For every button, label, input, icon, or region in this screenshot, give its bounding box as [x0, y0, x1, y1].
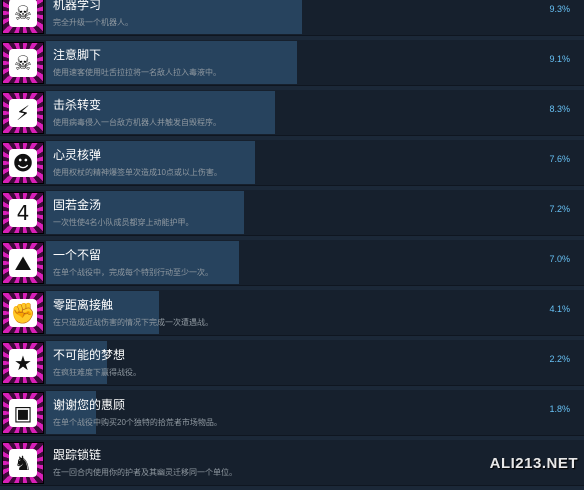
achievement-title: 固若金汤 [53, 198, 102, 212]
achievement-row[interactable]: ⚡ 击杀转变使用病毒侵入一台敌方机器人并触发自毁程序。 8.3% [0, 90, 584, 136]
achievement-title: 机器学习 [53, 0, 102, 12]
skull-crossbones-icon: ☠ [2, 42, 44, 84]
achievement-title: 击杀转变 [53, 98, 102, 112]
achievement-description: 完全升级一个机器人。 [53, 18, 133, 27]
rubble-icon: ⛰ [2, 242, 44, 284]
achievement-title: 谢谢您的惠顾 [53, 398, 126, 412]
achievement-row[interactable]: ▣ 谢谢您的惠顾在单个战役中购买20个独特的拾荒者市场物品。 1.8% [0, 390, 584, 436]
achievement-description: 使用权杖的精神爆签单次造成10点或以上伤害。 [53, 168, 222, 177]
unlock-percentage: 2.2% [549, 354, 570, 364]
hooded-figure-icon: ☻ [2, 142, 44, 184]
achievement-title: 零距离接触 [53, 298, 114, 312]
head-star-icon: ★ [2, 342, 44, 384]
robot-icon: ☠ [2, 0, 44, 34]
unlock-percentage: 7.2% [549, 204, 570, 214]
icon-glyph: ⛰ [14, 251, 32, 275]
figure-icon: ♞ [2, 442, 44, 484]
achievement-list: ☠ 机器学习完全升级一个机器人。 9.3% ☠ 注意脚下使用速客使用吐舌拉拉将一名敌人拉… [0, 0, 584, 490]
fist-icon: ✊ [2, 292, 44, 334]
icon-badge: ☠ [9, 49, 37, 77]
achievement-title: 心灵核弹 [53, 148, 102, 162]
achievement-description: 在只造成近战伤害的情况下完成一次遭遇战。 [53, 318, 213, 327]
icon-glyph: ▣ [13, 401, 33, 425]
achievement-row[interactable]: ✊ 零距离接触在只造成近战伤害的情况下完成一次遭遇战。 4.1% [0, 290, 584, 336]
achievement-description: 在单个战役中，完成每个特别行动至少一次。 [53, 268, 213, 277]
icon-badge: ☻ [9, 149, 37, 177]
unlock-percentage: 4.1% [549, 304, 570, 314]
number-four-icon: 4 [2, 192, 44, 234]
achievement-row[interactable]: ⛰ 一个不留在单个战役中，完成每个特别行动至少一次。 7.0% [0, 240, 584, 286]
achievement-title: 不可能的梦想 [53, 348, 126, 362]
unlock-percentage: 8.3% [549, 104, 570, 114]
unlock-percentage: 7.0% [549, 254, 570, 264]
achievement-row[interactable]: ☠ 注意脚下使用速客使用吐舌拉拉将一名敌人拉入毒液中。 9.1% [0, 40, 584, 86]
achievement-description: 使用病毒侵入一台敌方机器人并触发自毁程序。 [53, 118, 221, 127]
achievement-row[interactable]: ☻ 心灵核弹使用权杖的精神爆签单次造成10点或以上伤害。 7.6% [0, 140, 584, 186]
achievement-description: 在单个战役中购买20个独特的拾荒者市场物品。 [53, 418, 222, 427]
icon-glyph: 4 [16, 201, 30, 225]
lightning-icon: ⚡ [2, 92, 44, 134]
achievement-description: 一次性使4名小队成员都穿上动能护甲。 [53, 218, 194, 227]
icon-glyph: ☻ [12, 151, 34, 175]
icon-badge: ⛰ [9, 249, 37, 277]
unlock-percentage: 1.8% [549, 404, 570, 414]
icon-glyph: ✊ [10, 301, 36, 325]
unlock-percentage: 7.6% [549, 154, 570, 164]
unlock-percentage: 9.3% [549, 4, 570, 14]
icon-badge: ♞ [9, 449, 37, 477]
achievement-title: 跟踪锁链 [53, 448, 102, 462]
icon-glyph: ☠ [14, 1, 32, 25]
icon-badge: ☠ [9, 0, 37, 27]
achievement-description: 在疯狂难度下赢得战役。 [53, 368, 141, 377]
icon-glyph: ⚡ [15, 101, 31, 125]
achievement-title: 注意脚下 [53, 48, 102, 62]
icon-badge: 4 [9, 199, 37, 227]
achievement-row[interactable]: ☠ 机器学习完全升级一个机器人。 9.3% [0, 0, 584, 36]
icon-badge: ★ [9, 349, 37, 377]
crate-icon: ▣ [2, 392, 44, 434]
icon-glyph: ♞ [14, 451, 32, 475]
icon-badge: ▣ [9, 399, 37, 427]
icon-glyph: ★ [14, 351, 32, 375]
icon-badge: ⚡ [9, 99, 37, 127]
achievement-description: 在一回合内使用你的护者及其幽灵迁移同一个单位。 [53, 468, 237, 477]
unlock-percentage: 9.1% [549, 54, 570, 64]
icon-glyph: ☠ [14, 51, 32, 75]
icon-badge: ✊ [9, 299, 37, 327]
achievement-row[interactable]: ★ 不可能的梦想在疯狂难度下赢得战役。 2.2% [0, 340, 584, 386]
achievement-title: 一个不留 [53, 248, 102, 262]
watermark: ALI213.NET [489, 455, 578, 472]
achievement-description: 使用速客使用吐舌拉拉将一名敌人拉入毒液中。 [53, 68, 221, 77]
achievement-row[interactable]: 4 固若金汤一次性使4名小队成员都穿上动能护甲。 7.2% [0, 190, 584, 236]
